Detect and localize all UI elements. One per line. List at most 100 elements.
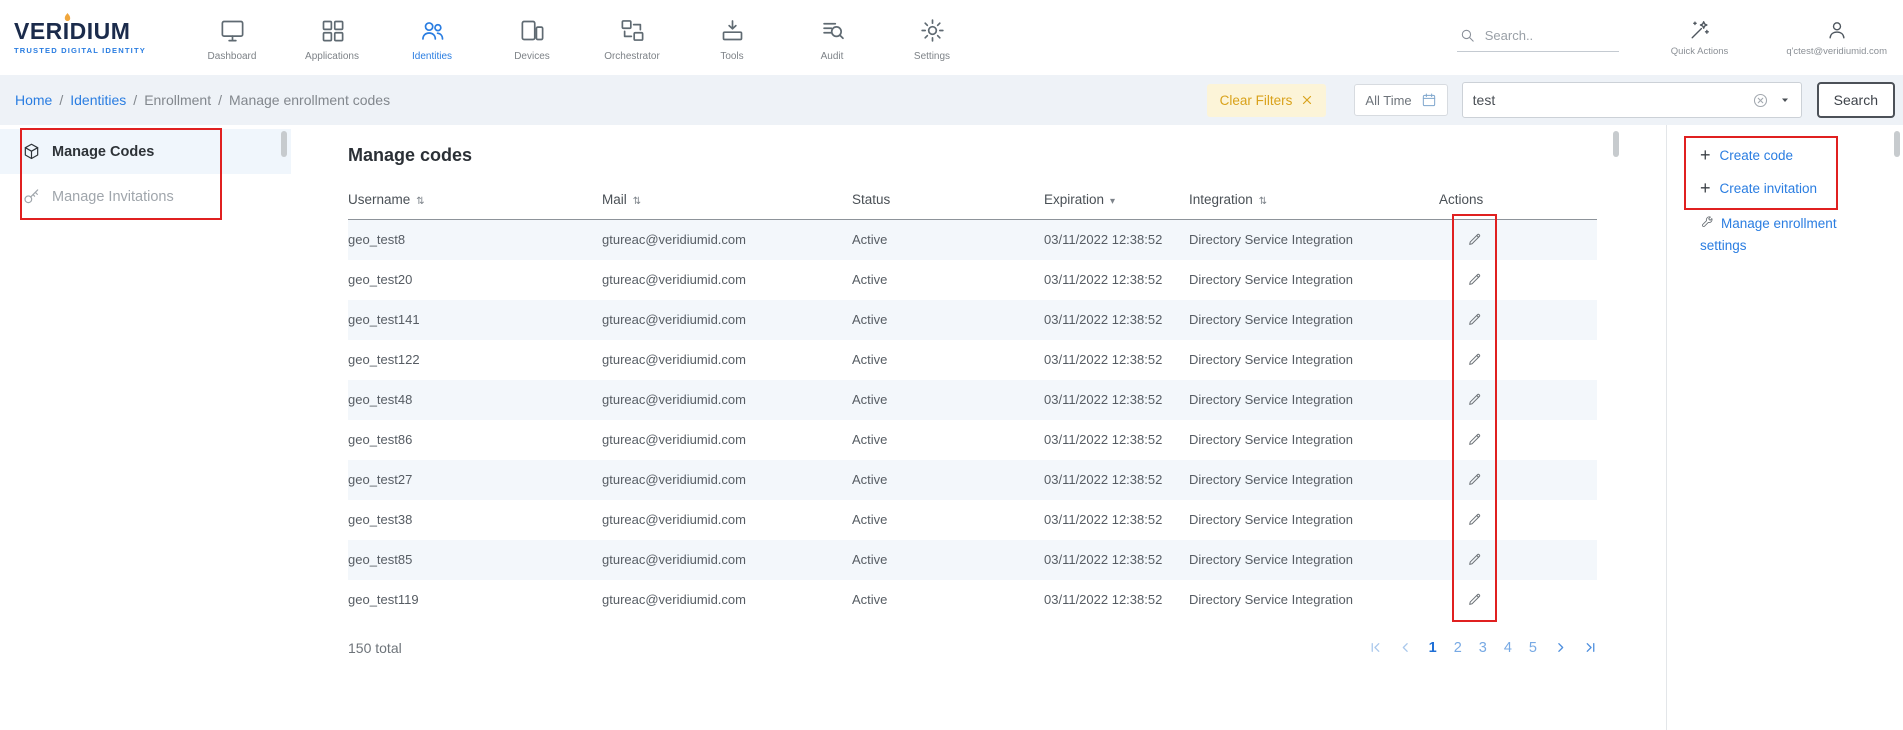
identities-icon [419,17,446,44]
nav-item-label: Applications [305,51,359,62]
cell-actions [1439,540,1597,580]
cell-integration: Directory Service Integration [1189,580,1439,620]
cell-actions [1439,260,1597,300]
search-button[interactable]: Search [1817,82,1895,118]
table-row: geo_test119gtureac@veridiumid.comActive0… [348,580,1597,620]
breadcrumb-separator: / [218,92,222,108]
cell-status: Active [852,500,1044,540]
edit-button[interactable] [1465,469,1485,489]
nav-item-tools[interactable]: Tools [682,13,782,62]
cell-username: geo_test27 [348,460,602,500]
next-page-button[interactable] [1554,641,1567,654]
breadcrumb-item-enrollment: Enrollment [144,92,211,108]
right-panel: + Create code + Create invitation Manage… [1666,125,1903,730]
sidebar-item-manage-codes[interactable]: Manage Codes [0,129,291,174]
nav-item-label: Devices [514,51,550,62]
cell-username: geo_test48 [348,380,602,420]
quick-actions-button[interactable]: Quick Actions [1671,19,1729,57]
create-code-button[interactable]: + Create code [1700,146,1903,164]
nav-item-identities[interactable]: Identities [382,13,482,62]
nav-item-label: Orchestrator [604,51,660,62]
user-menu[interactable]: q'ctest@veridiumid.com [1786,19,1887,57]
chevron-down-icon[interactable] [1769,94,1791,106]
breadcrumb-item-home[interactable]: Home [15,92,52,108]
last-page-button[interactable] [1584,641,1597,654]
content-area: Manage Codes Manage Invitations Manage co… [0,125,1903,730]
table-row: geo_test8gtureac@veridiumid.comActive03/… [348,220,1597,260]
global-search-input[interactable] [1485,28,1605,43]
first-page-button[interactable] [1369,641,1382,654]
sidebar-item-label: Manage Invitations [52,189,174,205]
cell-actions [1439,220,1597,260]
table-search-field[interactable] [1462,82,1802,118]
cell-mail: gtureac@veridiumid.com [602,220,852,260]
create-invitation-button[interactable]: + Create invitation [1700,179,1903,197]
main-scrollbar-thumb[interactable] [1613,131,1619,157]
key-icon [22,187,41,206]
cell-integration: Directory Service Integration [1189,340,1439,380]
cell-expiration: 03/11/2022 12:38:52 [1044,580,1189,620]
nav-item-dashboard[interactable]: Dashboard [182,13,282,62]
cell-status: Active [852,420,1044,460]
cell-username: geo_test85 [348,540,602,580]
cell-integration: Directory Service Integration [1189,540,1439,580]
previous-page-button[interactable] [1399,641,1412,654]
sidebar-item-manage-invitations[interactable]: Manage Invitations [0,174,291,219]
cell-actions [1439,420,1597,460]
table-search-input[interactable] [1473,92,1752,108]
page-button-2[interactable]: 2 [1454,640,1462,656]
rightpanel-scrollbar-thumb[interactable] [1894,131,1900,157]
nav-item-orchestrator[interactable]: Orchestrator [582,13,682,62]
cube-icon [22,142,41,161]
create-code-label: Create code [1720,148,1794,163]
sort-desc-icon: ▾ [1110,196,1115,207]
cell-username: geo_test8 [348,220,602,260]
quick-actions-label: Quick Actions [1671,46,1729,57]
sidebar-scrollbar-thumb[interactable] [281,131,287,157]
edit-button[interactable] [1465,349,1485,369]
devices-icon [519,17,546,44]
column-label: Expiration [1044,192,1104,207]
column-header-mail[interactable]: Mail⇅ [602,182,852,220]
edit-button[interactable] [1465,429,1485,449]
edit-button[interactable] [1465,549,1485,569]
filter-controls: Clear Filters All Time Search [1207,82,1895,118]
nav-item-devices[interactable]: Devices [482,13,582,62]
clear-input-icon[interactable] [1752,92,1769,109]
edit-button[interactable] [1465,309,1485,329]
cell-integration: Directory Service Integration [1189,420,1439,460]
wrench-icon [1700,216,1714,236]
column-label: Username [348,192,410,207]
global-search[interactable] [1457,24,1619,52]
column-header-username[interactable]: Username⇅ [348,182,602,220]
edit-button[interactable] [1465,389,1485,409]
page-button-4[interactable]: 4 [1504,640,1512,656]
table-row: geo_test20gtureac@veridiumid.comActive03… [348,260,1597,300]
page-button-5[interactable]: 5 [1529,640,1537,656]
page-button-3[interactable]: 3 [1479,640,1487,656]
nav-item-label: Audit [821,51,844,62]
edit-button[interactable] [1465,269,1485,289]
clear-filters-button[interactable]: Clear Filters [1207,84,1327,117]
brand-logo[interactable]: VERIDIUM TRUSTED DIGITAL IDENTITY [14,20,166,55]
breadcrumb-item-identities[interactable]: Identities [70,92,126,108]
manage-enrollment-settings-link[interactable]: Manage enrollment settings [1700,214,1872,255]
column-header-expiration[interactable]: Expiration ▾ [1044,182,1189,220]
page-title: Manage codes [348,145,1666,166]
column-header-integration[interactable]: Integration⇅ [1189,182,1439,220]
cell-integration: Directory Service Integration [1189,220,1439,260]
cell-status: Active [852,220,1044,260]
edit-button[interactable] [1465,589,1485,609]
cell-mail: gtureac@veridiumid.com [602,420,852,460]
time-filter-button[interactable]: All Time [1354,84,1447,116]
table-row: geo_test38gtureac@veridiumid.comActive03… [348,500,1597,540]
edit-button[interactable] [1465,509,1485,529]
orchestrator-icon [619,17,646,44]
edit-button[interactable] [1465,229,1485,249]
nav-item-applications[interactable]: Applications [282,13,382,62]
user-icon [1826,19,1848,41]
nav-item-settings[interactable]: Settings [882,13,982,62]
page-button-1[interactable]: 1 [1429,640,1437,656]
nav-item-audit[interactable]: Audit [782,13,882,62]
main-nav: Dashboard Applications Identities Devices Or… [182,13,982,62]
